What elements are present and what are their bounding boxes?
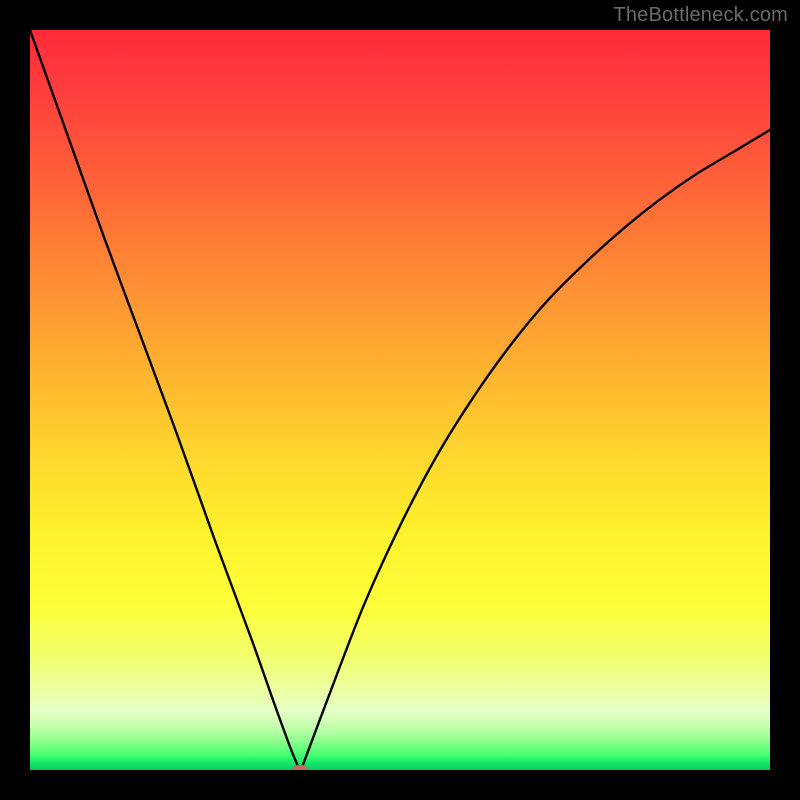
bottleneck-curve — [30, 30, 770, 770]
optimal-point-marker — [293, 765, 308, 770]
curve-layer — [30, 30, 770, 770]
chart-container: TheBottleneck.com — [0, 0, 800, 800]
watermark-text: TheBottleneck.com — [613, 4, 788, 27]
plot-area — [30, 30, 770, 770]
